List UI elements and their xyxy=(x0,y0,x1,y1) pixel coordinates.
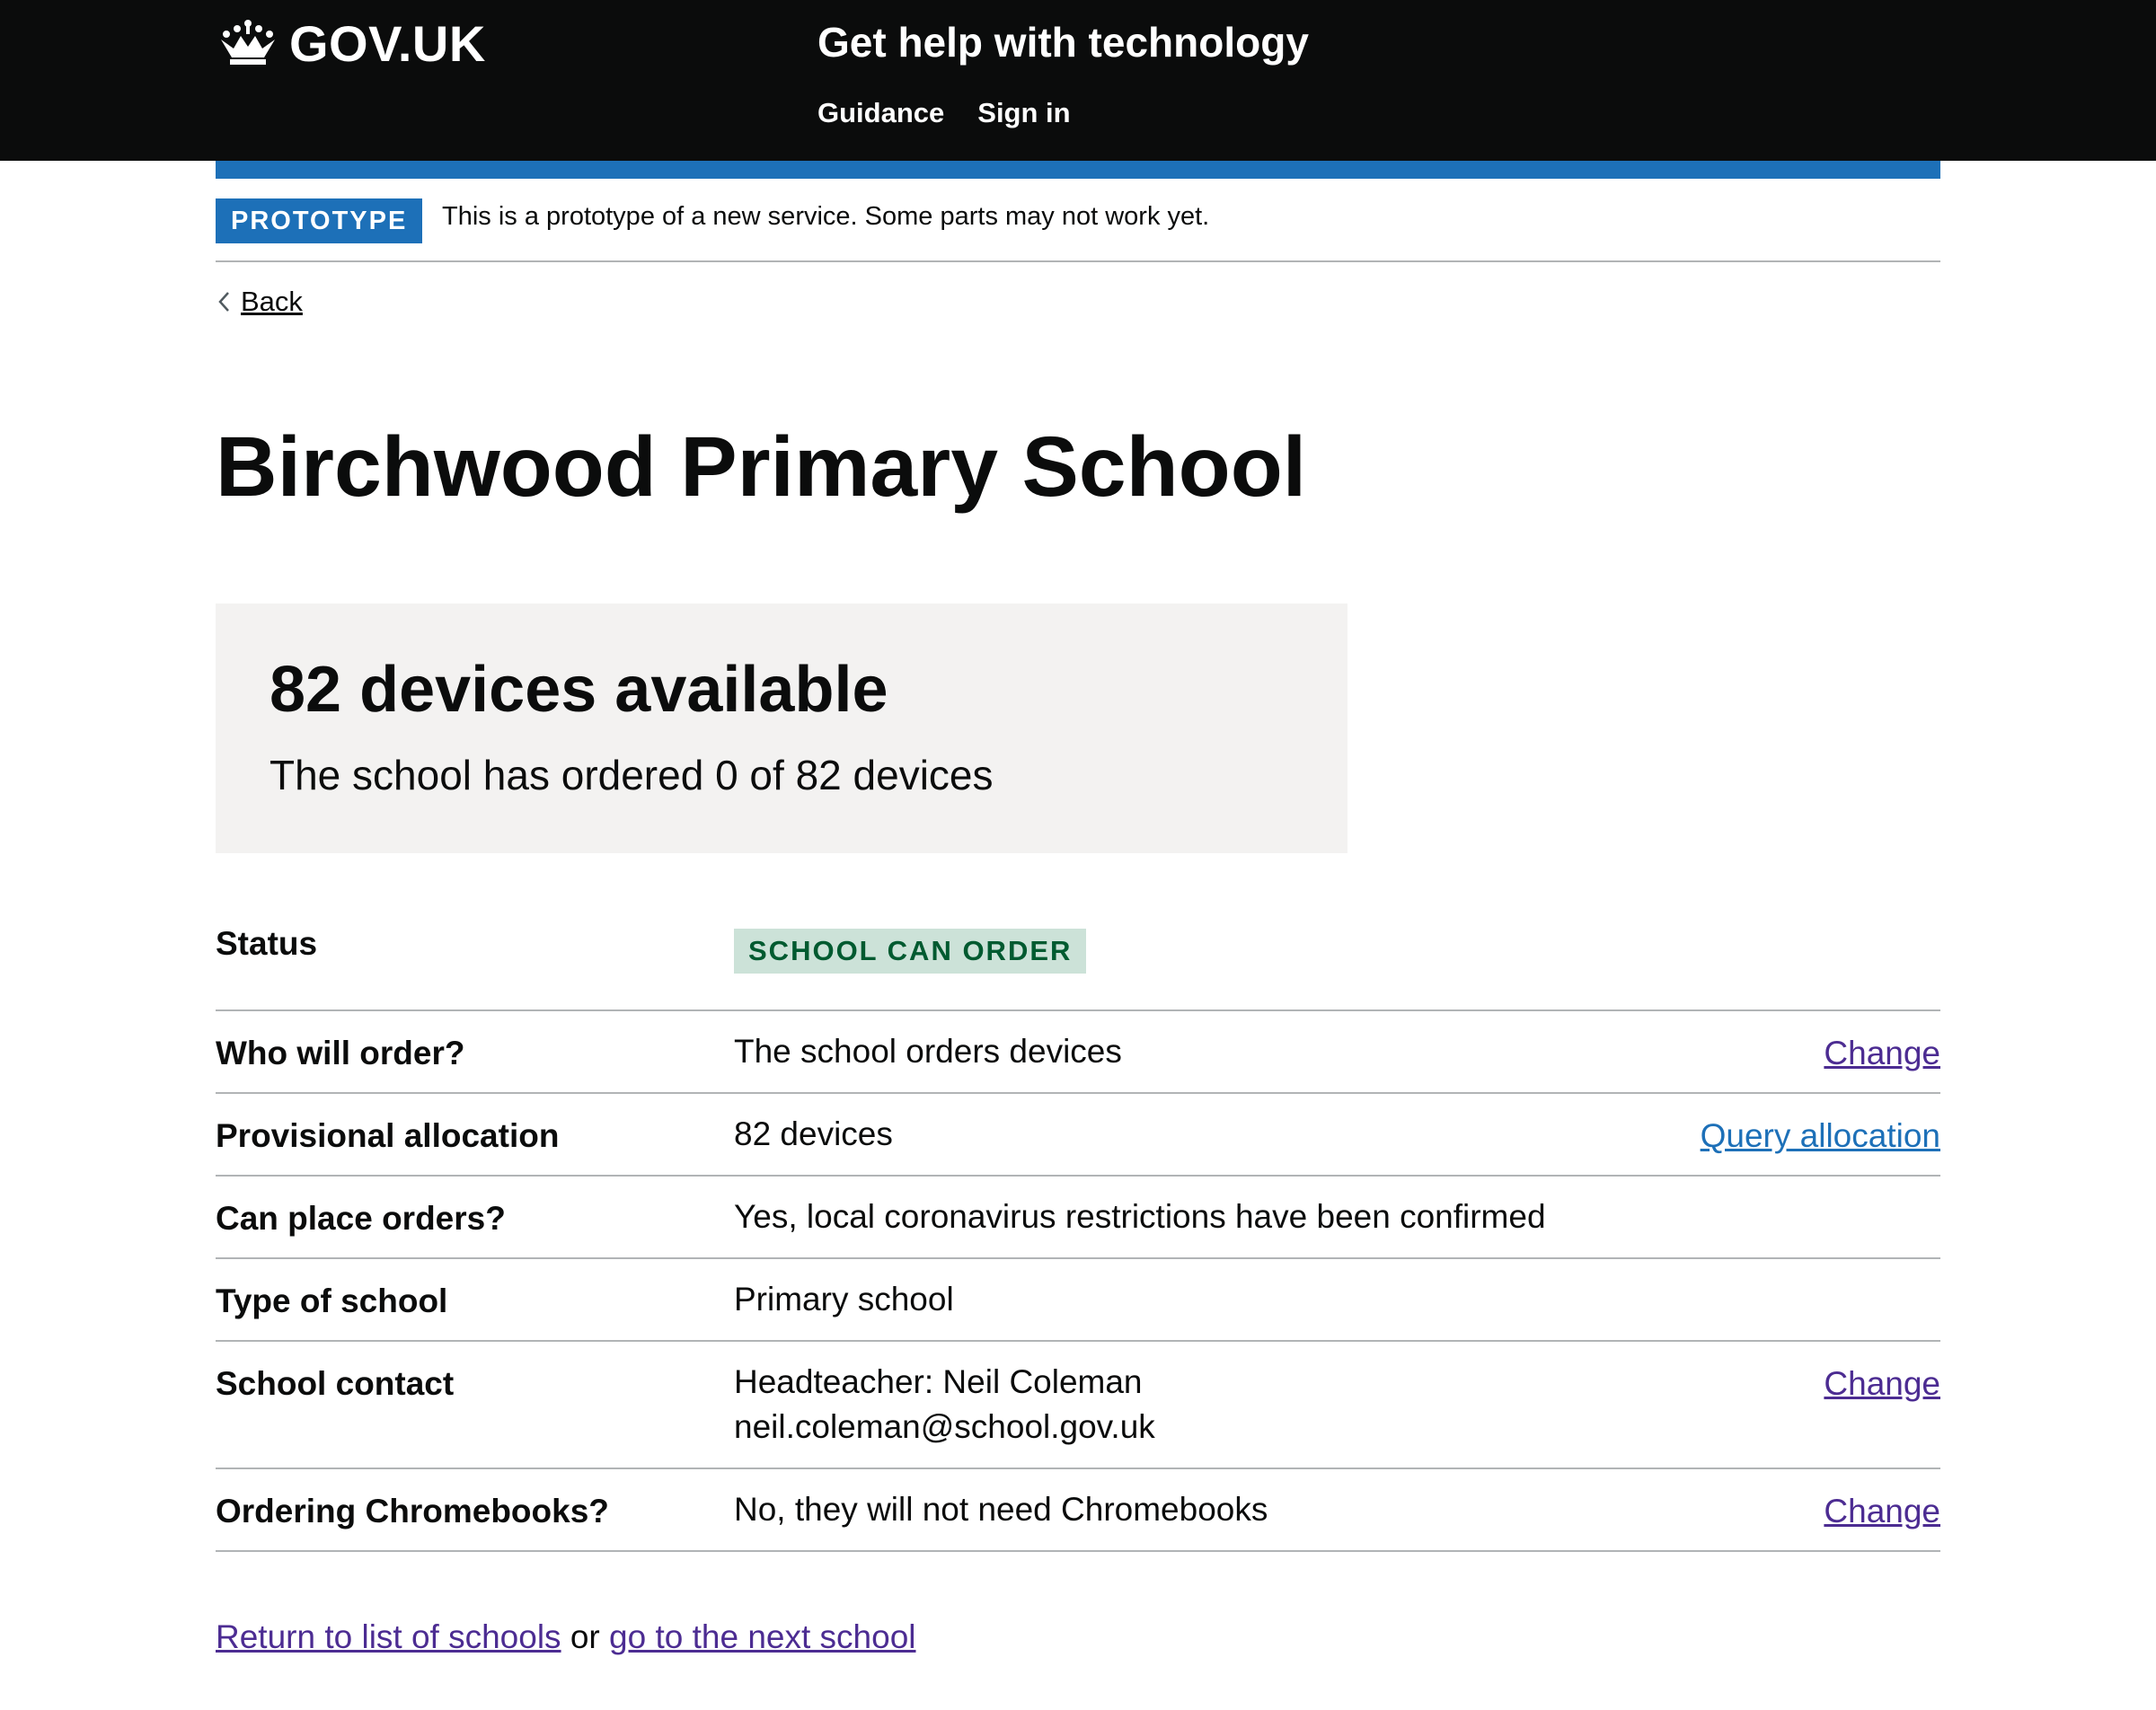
summary-row-type-of-school: Type of school Primary school xyxy=(216,1259,1940,1342)
summary-row-school-contact: School contact Headteacher: Neil Coleman… xyxy=(216,1342,1940,1469)
footer-connector: or xyxy=(570,1618,600,1655)
summary-value: Primary school xyxy=(734,1281,954,1318)
status-badge: SCHOOL CAN ORDER xyxy=(734,929,1087,974)
summary-key: Who will order? xyxy=(216,1035,465,1071)
summary-key: Provisional allocation xyxy=(216,1117,560,1154)
nav-guidance[interactable]: Guidance xyxy=(817,97,944,129)
logo-text: GOV.UK xyxy=(289,14,486,72)
back-link-label: Back xyxy=(241,286,303,317)
header-nav: Guidance Sign in xyxy=(817,97,1071,129)
summary-list: Status SCHOOL CAN ORDER Who will order? … xyxy=(216,909,1940,1552)
panel-heading: 82 devices available xyxy=(270,654,888,726)
contact-name: Headteacher: Neil Coleman xyxy=(734,1363,1143,1400)
summary-key: School contact xyxy=(216,1365,455,1402)
phase-tag: PROTOTYPE xyxy=(216,198,423,243)
summary-row-status: Status SCHOOL CAN ORDER xyxy=(216,909,1940,1011)
footer-links: Return to list of schools or go to the n… xyxy=(216,1618,916,1656)
site-header: GOV.UK Get help with technology Guidance… xyxy=(0,0,2156,161)
service-name[interactable]: Get help with technology xyxy=(817,18,1309,66)
nav-sign-in[interactable]: Sign in xyxy=(977,97,1070,129)
chevron-left-icon xyxy=(218,292,229,312)
change-who-will-order-link[interactable]: Change xyxy=(1824,1035,1940,1072)
summary-key: Can place orders? xyxy=(216,1200,506,1237)
summary-key: Ordering Chromebooks? xyxy=(216,1493,609,1529)
back-link[interactable]: Back xyxy=(216,286,303,318)
page-title: Birchwood Primary School xyxy=(216,419,1307,515)
summary-value: SCHOOL CAN ORDER xyxy=(734,927,1087,974)
summary-row-can-place-orders: Can place orders? Yes, local coronavirus… xyxy=(216,1177,1940,1259)
summary-row-provisional-allocation: Provisional allocation 82 devices Query … xyxy=(216,1094,1940,1177)
phase-banner: PROTOTYPE This is a prototype of a new s… xyxy=(216,179,1940,262)
summary-value: The school orders devices xyxy=(734,1033,1122,1070)
panel-body: The school has ordered 0 of 82 devices xyxy=(270,752,994,798)
summary-key: Status xyxy=(216,925,318,962)
return-to-list-link[interactable]: Return to list of schools xyxy=(216,1618,561,1655)
govuk-logo-link[interactable]: GOV.UK xyxy=(216,14,486,72)
summary-value: 82 devices xyxy=(734,1115,893,1152)
phase-text: This is a prototype of a new service. So… xyxy=(442,202,1210,231)
summary-value: Headteacher: Neil Coleman neil.coleman@s… xyxy=(734,1360,1155,1450)
summary-row-who-will-order: Who will order? The school orders device… xyxy=(216,1011,1940,1094)
summary-row-ordering-chromebooks: Ordering Chromebooks? No, they will not … xyxy=(216,1469,1940,1552)
summary-key: Type of school xyxy=(216,1282,448,1319)
summary-value: No, they will not need Chromebooks xyxy=(734,1491,1268,1528)
crown-icon xyxy=(221,20,275,65)
contact-email: neil.coleman@school.gov.uk xyxy=(734,1408,1155,1445)
devices-panel: 82 devices available The school has orde… xyxy=(216,604,1348,853)
change-chromebooks-link[interactable]: Change xyxy=(1824,1493,1940,1530)
header-blue-bar xyxy=(216,161,1940,179)
next-school-link[interactable]: go to the next school xyxy=(609,1618,915,1655)
change-school-contact-link[interactable]: Change xyxy=(1824,1365,1940,1403)
query-allocation-link[interactable]: Query allocation xyxy=(1701,1117,1940,1155)
summary-value: Yes, local coronavirus restrictions have… xyxy=(734,1198,1546,1235)
